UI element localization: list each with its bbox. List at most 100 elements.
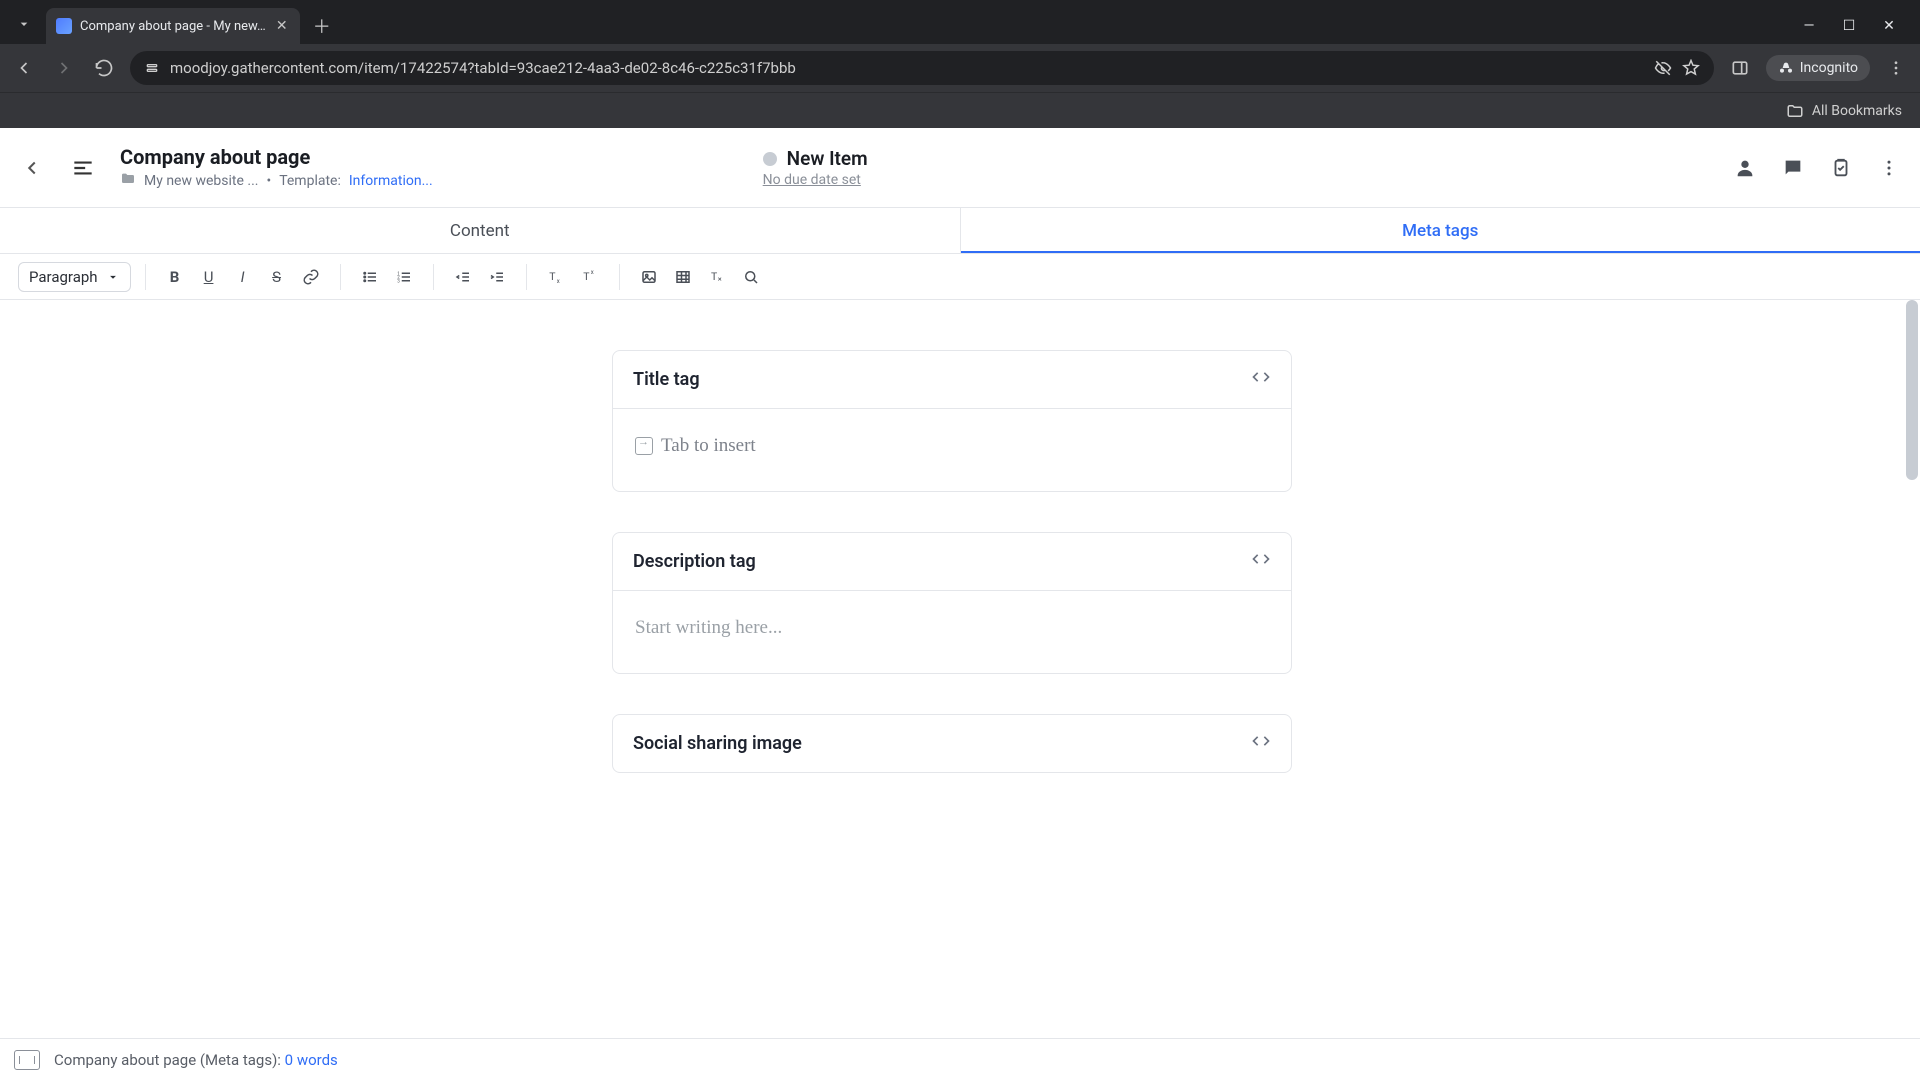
favicon-icon bbox=[56, 18, 72, 34]
all-bookmarks-link[interactable]: All Bookmarks bbox=[1812, 103, 1902, 119]
status-footer: Company about page (Meta tags): 0 words bbox=[0, 1038, 1920, 1080]
code-icon[interactable] bbox=[1251, 731, 1271, 756]
svg-text:x: x bbox=[556, 278, 559, 285]
svg-text:×: × bbox=[717, 274, 721, 283]
site-settings-icon[interactable] bbox=[144, 60, 160, 76]
user-icon[interactable] bbox=[1732, 155, 1758, 181]
kebab-menu-icon[interactable] bbox=[1882, 54, 1910, 82]
field-label: Social sharing image bbox=[633, 733, 802, 754]
tab-key-icon bbox=[635, 437, 653, 455]
view-tabs: Content Meta tags bbox=[0, 208, 1920, 254]
close-window-icon[interactable]: ✕ bbox=[1880, 18, 1898, 34]
footer-context: Company about page (Meta tags): bbox=[54, 1051, 281, 1069]
tab-title: Company about page - My new… bbox=[80, 19, 266, 34]
folder-icon bbox=[1786, 102, 1804, 120]
incognito-chip[interactable]: Incognito bbox=[1766, 55, 1870, 81]
editor-canvas[interactable]: Title tag Tab to insert Description tag bbox=[0, 300, 1904, 1080]
breadcrumb: My new website ... • Template: Informati… bbox=[120, 171, 433, 191]
comments-icon[interactable] bbox=[1780, 155, 1806, 181]
template-label: Template: bbox=[279, 173, 341, 189]
title-tag-input[interactable]: Tab to insert bbox=[613, 408, 1291, 491]
field-label: Title tag bbox=[633, 369, 700, 390]
word-count: 0 words bbox=[285, 1051, 338, 1069]
svg-text:T: T bbox=[583, 270, 590, 283]
maximize-icon[interactable]: ☐ bbox=[1840, 18, 1858, 34]
underline-button[interactable]: U bbox=[194, 262, 224, 292]
incognito-label: Incognito bbox=[1800, 60, 1858, 76]
keyboard-icon[interactable] bbox=[14, 1050, 40, 1070]
bullet-list-button[interactable] bbox=[355, 262, 385, 292]
svg-text:T: T bbox=[711, 270, 718, 283]
field-social-image: Social sharing image bbox=[612, 714, 1292, 773]
browser-tab[interactable]: Company about page - My new… ✕ bbox=[46, 8, 300, 44]
indent-button[interactable] bbox=[482, 262, 512, 292]
field-description-tag: Description tag Start writing here... bbox=[612, 532, 1292, 674]
window-controls: — ☐ ✕ bbox=[1800, 18, 1912, 44]
numbered-list-button[interactable]: 123 bbox=[389, 262, 419, 292]
italic-button[interactable]: I bbox=[228, 262, 258, 292]
subscript-button[interactable]: Tx bbox=[541, 262, 571, 292]
status-dot-icon bbox=[763, 152, 777, 166]
header-actions bbox=[1732, 155, 1902, 181]
clipboard-icon[interactable] bbox=[1828, 155, 1854, 181]
canvas-wrap: Title tag Tab to insert Description tag bbox=[0, 300, 1920, 1080]
more-menu-icon[interactable] bbox=[1876, 155, 1902, 181]
sidepanel-icon[interactable] bbox=[1726, 54, 1754, 82]
minimize-icon[interactable]: — bbox=[1800, 18, 1818, 34]
template-link[interactable]: Information... bbox=[349, 173, 433, 189]
link-button[interactable] bbox=[296, 262, 326, 292]
scrollbar-vertical[interactable] bbox=[1906, 300, 1918, 1080]
strikethrough-button[interactable]: S bbox=[262, 262, 292, 292]
outline-menu-button[interactable] bbox=[66, 151, 100, 185]
svg-text:T: T bbox=[549, 270, 556, 283]
tab-hint-text: Tab to insert bbox=[661, 435, 756, 457]
bookmark-star-icon[interactable] bbox=[1682, 59, 1700, 77]
image-button[interactable] bbox=[634, 262, 664, 292]
folder-icon bbox=[120, 171, 136, 191]
tab-meta-tags[interactable]: Meta tags bbox=[961, 208, 1920, 253]
description-tag-input[interactable]: Start writing here... bbox=[613, 590, 1291, 673]
field-title-tag: Title tag Tab to insert bbox=[612, 350, 1292, 492]
address-bar[interactable]: moodjoy.gathercontent.com/item/17422574?… bbox=[130, 51, 1714, 85]
bookmarks-bar: All Bookmarks bbox=[0, 92, 1920, 128]
tab-search-dropdown[interactable] bbox=[8, 8, 40, 40]
incognito-icon bbox=[1778, 60, 1794, 76]
code-icon[interactable] bbox=[1251, 549, 1271, 574]
status-row[interactable]: New Item bbox=[763, 147, 868, 170]
title-block: Company about page My new website ... • … bbox=[120, 145, 433, 191]
chevron-down-icon bbox=[106, 270, 120, 284]
eye-off-icon[interactable] bbox=[1654, 59, 1672, 77]
scrollbar-thumb[interactable] bbox=[1906, 300, 1918, 480]
editor-toolbar: Paragraph B U I S 123 Tx Tx bbox=[0, 254, 1920, 300]
back-button[interactable] bbox=[18, 154, 46, 182]
clear-format-button[interactable]: T× bbox=[702, 262, 732, 292]
placeholder-text: Start writing here... bbox=[635, 617, 782, 638]
paragraph-style-label: Paragraph bbox=[29, 268, 98, 286]
search-button[interactable] bbox=[736, 262, 766, 292]
outdent-button[interactable] bbox=[448, 262, 478, 292]
field-label: Description tag bbox=[633, 551, 756, 572]
status-label: New Item bbox=[787, 147, 868, 170]
svg-text:x: x bbox=[590, 269, 593, 276]
bold-button[interactable]: B bbox=[160, 262, 190, 292]
close-tab-icon[interactable]: ✕ bbox=[274, 18, 290, 34]
back-icon[interactable] bbox=[10, 54, 38, 82]
url-text: moodjoy.gathercontent.com/item/17422574?… bbox=[170, 59, 1644, 77]
breadcrumb-project[interactable]: My new website ... bbox=[144, 173, 258, 189]
superscript-button[interactable]: Tx bbox=[575, 262, 605, 292]
due-date-link[interactable]: No due date set bbox=[763, 172, 861, 188]
code-icon[interactable] bbox=[1251, 367, 1271, 392]
new-tab-button[interactable]: ＋ bbox=[308, 12, 336, 40]
reload-icon[interactable] bbox=[90, 54, 118, 82]
app-header: Company about page My new website ... • … bbox=[0, 128, 1920, 208]
svg-text:3: 3 bbox=[397, 278, 400, 284]
forward-icon[interactable] bbox=[50, 54, 78, 82]
page-title[interactable]: Company about page bbox=[120, 145, 433, 169]
tab-content[interactable]: Content bbox=[0, 208, 961, 253]
status-block: New Item No due date set bbox=[763, 147, 868, 188]
paragraph-style-select[interactable]: Paragraph bbox=[18, 262, 131, 292]
browser-toolbar: moodjoy.gathercontent.com/item/17422574?… bbox=[0, 44, 1920, 92]
table-button[interactable] bbox=[668, 262, 698, 292]
app-root: Company about page My new website ... • … bbox=[0, 128, 1920, 1080]
browser-tabstrip: Company about page - My new… ✕ ＋ — ☐ ✕ bbox=[0, 0, 1920, 44]
